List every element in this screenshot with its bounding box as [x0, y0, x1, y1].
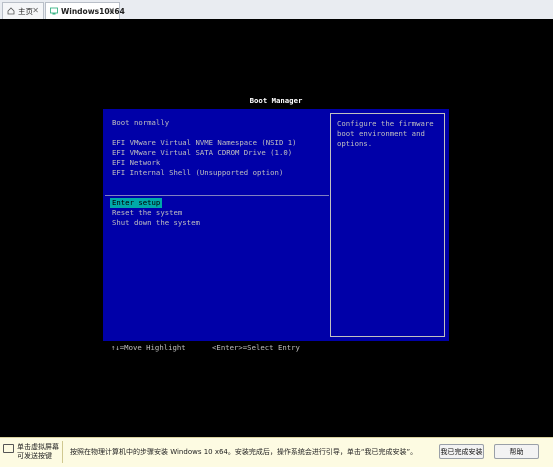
bios-title: Boot Manager	[249, 96, 303, 105]
vm-icon	[50, 7, 58, 15]
key-hints: ↑↓=Move Highlight <Enter>=Select Entry	[111, 343, 300, 352]
done-install-button[interactable]: 我已完成安装	[439, 444, 484, 459]
help-button[interactable]: 帮助	[494, 444, 539, 459]
help-text-line: boot environment and	[337, 129, 425, 138]
help-text-line: options.	[337, 139, 373, 148]
close-icon[interactable]: ✕	[108, 6, 115, 15]
tab-home[interactable]: 主页 ✕	[2, 2, 44, 19]
boot-entry[interactable]: EFI Internal Shell (Unsupported option)	[112, 168, 330, 178]
close-icon[interactable]: ✕	[32, 6, 39, 15]
boot-entry[interactable]: EFI Network	[112, 158, 330, 168]
boot-entry[interactable]: Shut down the system	[112, 218, 330, 228]
tab-home-label: 主页	[18, 6, 33, 16]
keyboard-icon	[3, 444, 14, 453]
boot-entries: Boot normally EFI VMware Virtual NVME Na…	[110, 118, 330, 228]
boot-entry[interactable]: Reset the system	[112, 208, 330, 218]
home-icon	[7, 7, 15, 15]
boot-manager-panel: Boot normally EFI VMware Virtual NVME Na…	[103, 109, 449, 341]
info-bar: 单击虚拟屏幕 可发送按键 按照在物理计算机中的步骤安装 Windows 10 x…	[0, 437, 553, 467]
hint-line-2: 可发送按键	[17, 452, 52, 460]
hint-line-1: 单击虚拟屏幕	[17, 443, 59, 451]
boot-entry[interactable]: EFI VMware Virtual NVME Namespace (NSID …	[112, 138, 330, 148]
boot-entry[interactable]: Boot normally	[112, 118, 330, 128]
help-text-line: Configure the firmware	[337, 119, 434, 128]
boot-entry[interactable]: EFI VMware Virtual SATA CDROM Drive (1.0…	[112, 148, 330, 158]
tab-vm-label: Windows10x64	[61, 6, 125, 16]
divider	[62, 441, 63, 463]
install-message: 按照在物理计算机中的步骤安装 Windows 10 x64。安装完成后，操作系统…	[70, 448, 418, 456]
tab-bar: 主页 ✕ Windows10x64 ✕	[0, 0, 553, 20]
tab-windows10x64[interactable]: Windows10x64 ✕	[45, 2, 125, 19]
separator	[105, 195, 329, 196]
help-box: Configure the firmware boot environment …	[330, 113, 445, 337]
send-keys-hint: 单击虚拟屏幕 可发送按键	[3, 443, 59, 461]
boot-entry-selected[interactable]: Enter setup	[110, 198, 163, 208]
